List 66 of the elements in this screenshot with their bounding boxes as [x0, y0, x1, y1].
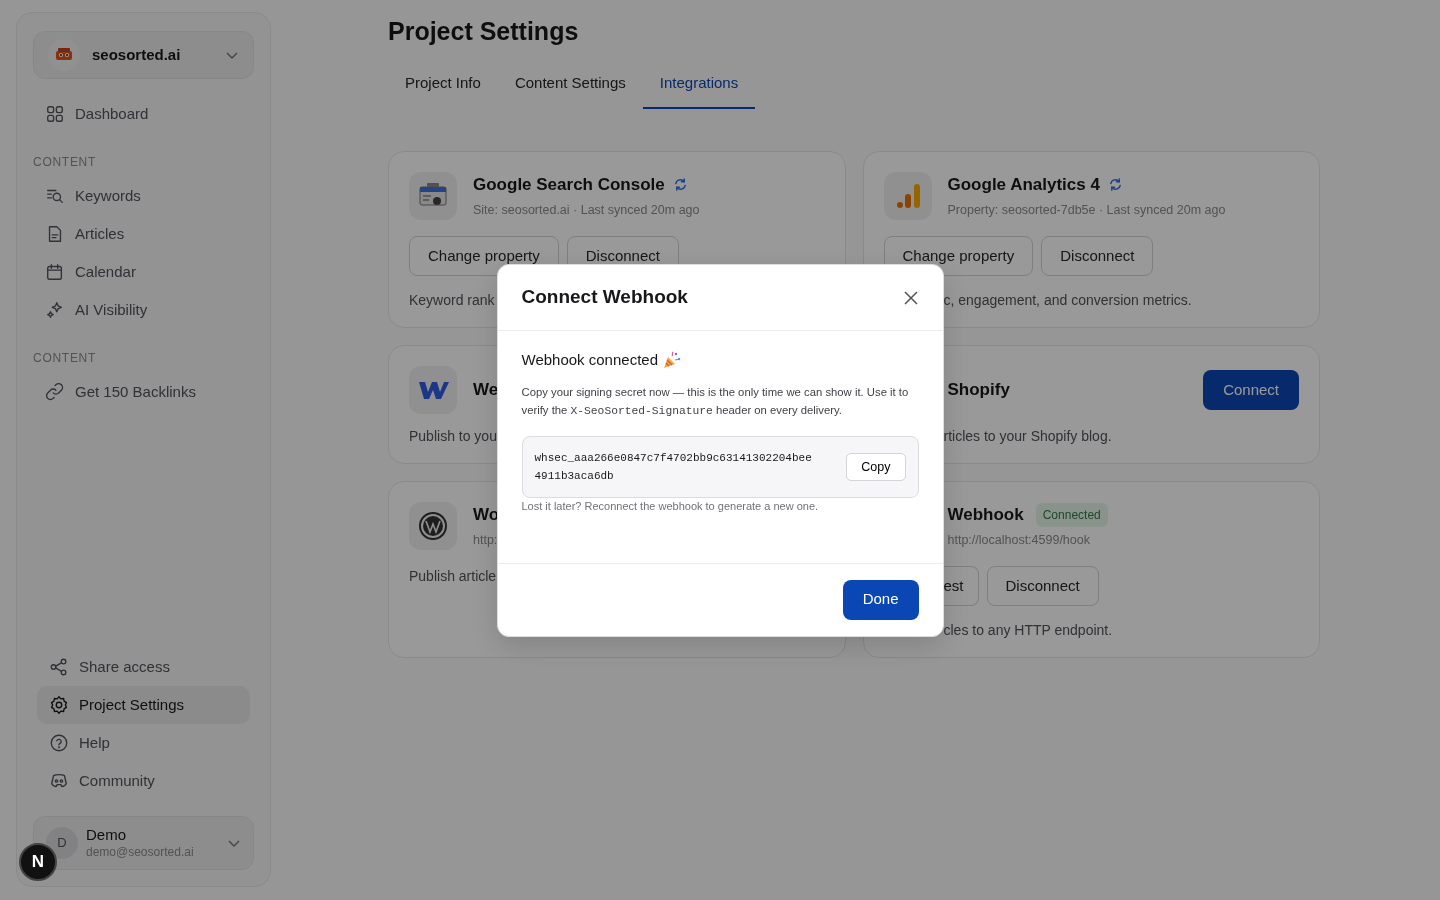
wordpress-logo-icon [409, 501, 457, 550]
action-button[interactable]: est [943, 566, 979, 606]
sidebar-item[interactable]: Project Settings [37, 686, 250, 724]
sidebar-item[interactable]: Articles [33, 215, 254, 253]
integration-title: Webhook [947, 503, 1024, 526]
sidebar-item[interactable]: Share access [37, 648, 250, 686]
modal-title: Connect Webhook [521, 285, 688, 309]
help-icon [49, 733, 69, 753]
integration-title: We [473, 379, 499, 401]
connect-button[interactable]: Connect [1203, 369, 1299, 410]
section-heading: CONTENT [33, 350, 98, 367]
integration-meta: http: [473, 532, 498, 550]
project-selector[interactable]: seosorted.ai [33, 31, 254, 79]
section-heading: CONTENT [33, 154, 98, 171]
sync-icon[interactable] [1107, 176, 1123, 192]
integration-title: Wo [473, 503, 500, 526]
integration-description: cles to any HTTP endpoint. [943, 621, 1113, 640]
integration-description: Publish to you [409, 426, 497, 446]
status-text: Webhook connected [521, 349, 658, 370]
party-popper-icon [662, 349, 682, 370]
sidebar-item[interactable]: AI Visibility [33, 291, 254, 329]
link-icon [45, 382, 65, 402]
search-console-logo-icon [409, 171, 457, 220]
tab[interactable]: Integrations [642, 62, 756, 109]
integration-title: Google Analytics 4 [947, 173, 1100, 196]
integration-title: Google Search Console [473, 173, 665, 196]
calendar-icon [45, 262, 65, 282]
sync-icon[interactable] [672, 176, 688, 192]
action-button[interactable]: Disconnect [1041, 235, 1154, 276]
secret-text: whsec_aaa266e0847c7f4702bb9c63141302204bee4911b3aca6db [534, 451, 812, 484]
webflow-logo-icon [409, 365, 457, 414]
tab[interactable]: Content Settings [497, 62, 643, 109]
done-button[interactable]: Done [842, 579, 919, 620]
tab[interactable]: Project Info [388, 62, 498, 109]
avatar: D [46, 827, 78, 859]
integration-title: Shopify [947, 379, 1010, 401]
instruction-text: Copy your signing secret now — this is the only time we can show it. Use it to verify the X-SeoSorted-Signature header on every delivery. [521, 385, 910, 419]
integration-description: rticles to your Shopify blog. [943, 426, 1112, 446]
user-name: Demo [86, 826, 127, 845]
integration-description: Publish article [409, 567, 497, 586]
page-title: Project Settings [388, 16, 580, 46]
sidebar-item[interactable]: Dashboard [33, 95, 254, 133]
copy-button[interactable]: Copy [846, 452, 906, 482]
project-name: seosorted.ai [92, 44, 182, 65]
integration-meta: Property: seosorted-7db5e · Last synced 20m ago [947, 202, 1226, 219]
integration-description: Keyword rank [409, 290, 495, 310]
integration-meta: Site: seosorted.ai · Last synced 20m ago [473, 202, 700, 219]
integration-description: c, engagement, and conversion metrics. [943, 290, 1192, 310]
sparkle-icon [45, 300, 65, 320]
sidebar-item[interactable]: Calendar [33, 253, 254, 291]
settings-icon [49, 695, 69, 715]
sidebar-item[interactable]: Get 150 Backlinks [33, 373, 254, 411]
sidebar-item[interactable]: Keywords [33, 177, 254, 215]
action-button[interactable]: Change property [883, 235, 1034, 276]
grid-icon [45, 104, 65, 124]
action-button[interactable]: Change property [409, 235, 559, 276]
sidebar-item[interactable]: Help [37, 724, 250, 762]
bar-chart-logo-icon [883, 171, 932, 220]
user-email: demo@seosorted.ai [86, 844, 195, 860]
action-button[interactable]: Disconnect [986, 566, 1099, 606]
integration-meta: http://localhost:4599/hook [947, 532, 1090, 550]
hint-text: Lost it later? Reconnect the webhook to generate a new one. [521, 499, 820, 514]
share-icon [49, 657, 69, 677]
sidebar-item[interactable]: Community [37, 762, 250, 800]
project-logo-icon [48, 39, 80, 71]
status-badge: Connected [1035, 502, 1108, 527]
